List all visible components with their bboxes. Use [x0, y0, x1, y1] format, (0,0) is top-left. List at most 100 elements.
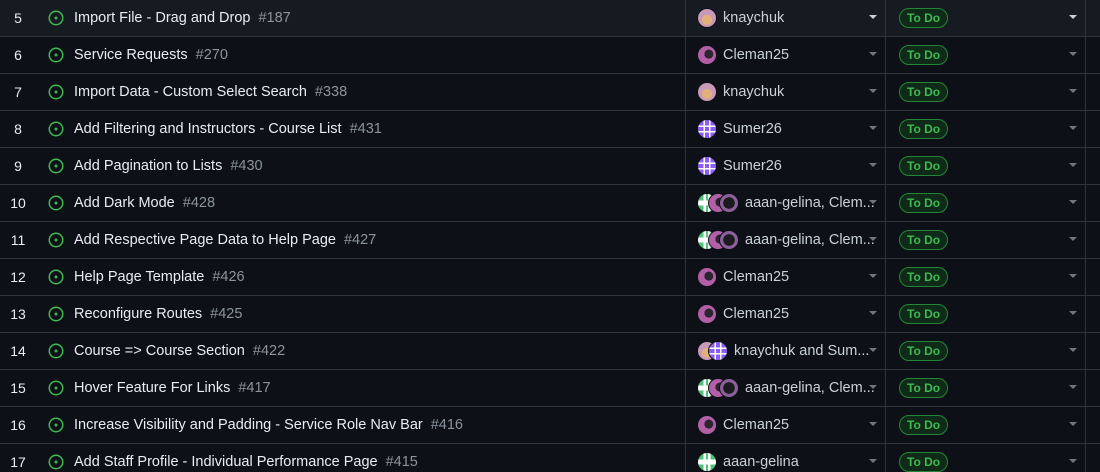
assignees-cell[interactable]: Cleman25 — [686, 407, 886, 443]
table-row[interactable]: 8 Add Filtering and Instructors - Course … — [0, 111, 1100, 148]
table-row[interactable]: 6 Service Requests #270 Cleman25 To Do — [0, 37, 1100, 74]
issue-title-cell[interactable]: Add Filtering and Instructors - Course L… — [44, 111, 686, 147]
status-cell[interactable]: To Do — [886, 407, 1086, 443]
issue-title-link[interactable]: Add Pagination to Lists — [74, 158, 222, 174]
chevron-down-icon[interactable] — [869, 385, 877, 389]
assignees-cell[interactable]: aaan-gelina, Clem... — [686, 222, 886, 258]
chevron-down-icon[interactable] — [869, 126, 877, 130]
assignees-cell[interactable]: Cleman25 — [686, 296, 886, 332]
chevron-down-icon[interactable] — [869, 311, 877, 315]
chevron-down-icon[interactable] — [1069, 15, 1077, 19]
chevron-down-icon[interactable] — [869, 163, 877, 167]
row-number: 10 — [10, 195, 26, 211]
assignees-cell[interactable]: Cleman25 — [686, 37, 886, 73]
table-row[interactable]: 9 Add Pagination to Lists #430 Sumer26 To Do — [0, 148, 1100, 185]
table-row[interactable]: 10 Add Dark Mode #428 aaan-gelina, Clem... T… — [0, 185, 1100, 222]
chevron-down-icon[interactable] — [869, 237, 877, 241]
status-cell[interactable]: To Do — [886, 37, 1086, 73]
chevron-down-icon[interactable] — [869, 200, 877, 204]
issue-title-link[interactable]: Add Dark Mode — [74, 195, 175, 211]
issue-title-cell[interactable]: Import Data - Custom Select Search #338 — [44, 74, 686, 110]
issue-title-link[interactable]: Add Staff Profile - Individual Performan… — [74, 454, 378, 470]
table-row[interactable]: 16 Increase Visibility and Padding - Serv… — [0, 407, 1100, 444]
row-number: 14 — [10, 343, 26, 359]
table-row[interactable]: 15 Hover Feature For Links #417 aaan-gelina… — [0, 370, 1100, 407]
chevron-down-icon[interactable] — [869, 274, 877, 278]
issue-title-link[interactable]: Help Page Template — [74, 269, 204, 285]
chevron-down-icon[interactable] — [1069, 163, 1077, 167]
assignees-cell[interactable]: Cleman25 — [686, 259, 886, 295]
chevron-down-icon[interactable] — [1069, 422, 1077, 426]
table-row[interactable]: 14 Course => Course Section #422 knaychuk a… — [0, 333, 1100, 370]
chevron-down-icon[interactable] — [1069, 126, 1077, 130]
issue-title-link[interactable]: Hover Feature For Links — [74, 380, 230, 396]
avatar — [697, 267, 717, 287]
issue-title-link[interactable]: Reconfigure Routes — [74, 306, 202, 322]
status-cell[interactable]: To Do — [886, 148, 1086, 184]
status-cell[interactable]: To Do — [886, 74, 1086, 110]
issue-title-cell[interactable]: Add Staff Profile - Individual Performan… — [44, 444, 686, 472]
issue-title-cell[interactable]: Add Dark Mode #428 — [44, 185, 686, 221]
issue-title-cell[interactable]: Help Page Template #426 — [44, 259, 686, 295]
issue-opened-icon — [48, 417, 64, 433]
table-row[interactable]: 17 Add Staff Profile - Individual Perform… — [0, 444, 1100, 472]
issue-title-cell[interactable]: Hover Feature For Links #417 — [44, 370, 686, 406]
status-cell[interactable]: To Do — [886, 222, 1086, 258]
avatar — [697, 119, 717, 139]
issue-title-link[interactable]: Import File - Drag and Drop — [74, 10, 250, 26]
table-row[interactable]: 12 Help Page Template #426 Cleman25 To Do — [0, 259, 1100, 296]
assignees-cell[interactable]: Sumer26 — [686, 111, 886, 147]
chevron-down-icon[interactable] — [1069, 311, 1077, 315]
chevron-down-icon[interactable] — [1069, 200, 1077, 204]
avatar-stack — [697, 452, 717, 472]
assignees-cell[interactable]: knaychuk and Sum... — [686, 333, 886, 369]
table-row[interactable]: 11 Add Respective Page Data to Help Page #… — [0, 222, 1100, 259]
issue-title-link[interactable]: Import Data - Custom Select Search — [74, 84, 307, 100]
issue-title-cell[interactable]: Add Respective Page Data to Help Page #42… — [44, 222, 686, 258]
chevron-down-icon[interactable] — [1069, 459, 1077, 463]
assignees-cell[interactable]: aaan-gelina, Clem... — [686, 185, 886, 221]
chevron-down-icon[interactable] — [1069, 52, 1077, 56]
issue-title-link[interactable]: Add Filtering and Instructors - Course L… — [74, 121, 342, 137]
table-row[interactable]: 5 Import File - Drag and Drop #187 knaychuk… — [0, 0, 1100, 37]
issue-title-cell[interactable]: Import File - Drag and Drop #187 — [44, 0, 686, 36]
issue-title-link[interactable]: Increase Visibility and Padding - Servic… — [74, 417, 423, 433]
chevron-down-icon[interactable] — [1069, 89, 1077, 93]
chevron-down-icon[interactable] — [869, 52, 877, 56]
table-row[interactable]: 7 Import Data - Custom Select Search #338 k… — [0, 74, 1100, 111]
chevron-down-icon[interactable] — [1069, 237, 1077, 241]
issue-title-cell[interactable]: Add Pagination to Lists #430 — [44, 148, 686, 184]
assignee-names: Cleman25 — [723, 47, 790, 63]
row-number: 5 — [14, 10, 22, 26]
chevron-down-icon[interactable] — [869, 422, 877, 426]
assignees-cell[interactable]: knaychuk — [686, 74, 886, 110]
table-row[interactable]: 13 Reconfigure Routes #425 Cleman25 To Do — [0, 296, 1100, 333]
chevron-down-icon[interactable] — [869, 459, 877, 463]
status-cell[interactable]: To Do — [886, 0, 1086, 36]
issue-title-link[interactable]: Service Requests — [74, 47, 188, 63]
chevron-down-icon[interactable] — [869, 89, 877, 93]
status-cell[interactable]: To Do — [886, 444, 1086, 472]
chevron-down-icon[interactable] — [869, 15, 877, 19]
assignees-cell[interactable]: aaan-gelina — [686, 444, 886, 472]
chevron-down-icon[interactable] — [1069, 348, 1077, 352]
chevron-down-icon[interactable] — [1069, 385, 1077, 389]
issue-title-link[interactable]: Add Respective Page Data to Help Page — [74, 232, 336, 248]
avatar — [719, 230, 739, 250]
issue-title-cell[interactable]: Reconfigure Routes #425 — [44, 296, 686, 332]
status-cell[interactable]: To Do — [886, 296, 1086, 332]
chevron-down-icon[interactable] — [1069, 274, 1077, 278]
status-cell[interactable]: To Do — [886, 259, 1086, 295]
assignees-cell[interactable]: aaan-gelina, Clem... — [686, 370, 886, 406]
issue-title-cell[interactable]: Service Requests #270 — [44, 37, 686, 73]
status-cell[interactable]: To Do — [886, 111, 1086, 147]
issue-title-cell[interactable]: Increase Visibility and Padding - Servic… — [44, 407, 686, 443]
assignees-cell[interactable]: knaychuk — [686, 0, 886, 36]
status-cell[interactable]: To Do — [886, 185, 1086, 221]
chevron-down-icon[interactable] — [869, 348, 877, 352]
issue-title-cell[interactable]: Course => Course Section #422 — [44, 333, 686, 369]
status-cell[interactable]: To Do — [886, 333, 1086, 369]
status-cell[interactable]: To Do — [886, 370, 1086, 406]
assignees-cell[interactable]: Sumer26 — [686, 148, 886, 184]
issue-title-link[interactable]: Course => Course Section — [74, 343, 245, 359]
